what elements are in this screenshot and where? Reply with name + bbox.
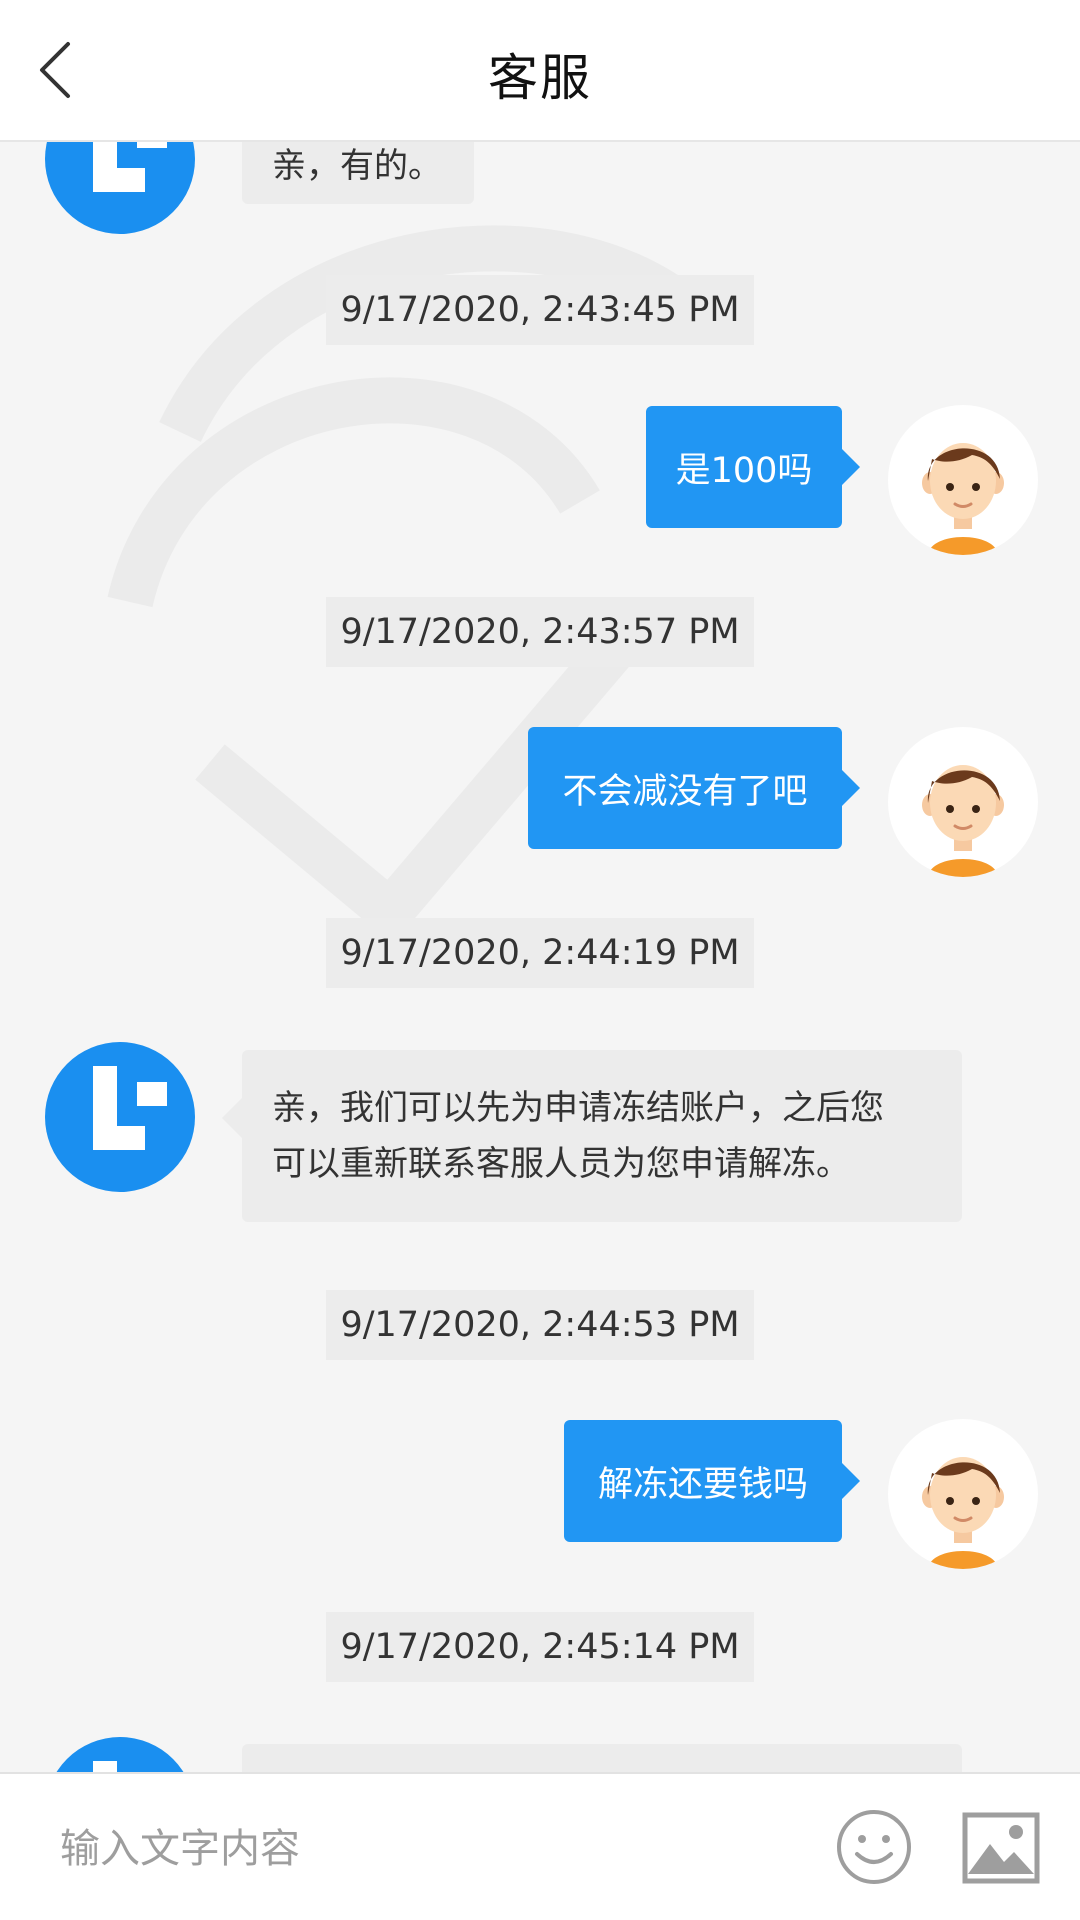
smiley-icon: [837, 1810, 911, 1884]
outgoing-message[interactable]: 是100吗: [646, 406, 860, 528]
incoming-message[interactable]: 亲，有的。: [242, 142, 474, 204]
image-icon: [962, 1812, 1040, 1884]
watermark-logo: [107, 225, 717, 945]
agent-avatar[interactable]: [45, 1042, 195, 1192]
message-timestamp: 9/17/2020, 2:44:19 PM: [326, 918, 754, 988]
boy-avatar-icon: [922, 443, 1004, 555]
agent-avatar[interactable]: [45, 142, 195, 234]
message-text-line: 亲，我们可以先为申请冻结账户，之后您: [272, 1088, 884, 1128]
emoji-button[interactable]: [835, 1808, 913, 1886]
boy-avatar-icon: [922, 765, 1004, 877]
chat-screen: 客服 亲，有的。 9/17/2020, 2:43:45 PM 是100吗 9/1…: [0, 0, 1080, 1920]
message-text: 不会减没有了吧: [562, 771, 808, 812]
message-text: 亲，有的。: [272, 146, 442, 186]
message-timestamp: 9/17/2020, 2:43:45 PM: [326, 275, 754, 345]
message-input[interactable]: [60, 1804, 760, 1894]
message-timestamp: 9/17/2020, 2:44:53 PM: [326, 1290, 754, 1360]
message-text-line: 可以重新联系客服人员为您申请解冻。: [272, 1144, 850, 1184]
incoming-message[interactable]: 亲，我们可以先为申请冻结账户，之后您 可以重新联系客服人员为您申请解冻。: [222, 1050, 962, 1222]
outgoing-message[interactable]: 不会减没有了吧: [528, 727, 860, 849]
outgoing-message[interactable]: 解冻还要钱吗: [564, 1420, 860, 1542]
message-text: 是100吗: [675, 450, 813, 491]
user-avatar[interactable]: [888, 1419, 1038, 1569]
image-button[interactable]: [962, 1812, 1040, 1884]
user-avatar[interactable]: [888, 727, 1038, 877]
agent-avatar[interactable]: [45, 1737, 195, 1772]
message-list[interactable]: 亲，有的。 9/17/2020, 2:43:45 PM 是100吗 9/17/2…: [0, 142, 1080, 1772]
message-timestamp: 9/17/2020, 2:43:57 PM: [326, 597, 754, 667]
message-text: 解冻还要钱吗: [597, 1464, 808, 1505]
boy-avatar-icon: [922, 1457, 1004, 1569]
input-bar: [0, 1772, 1080, 1920]
incoming-message[interactable]: [242, 1744, 962, 1772]
top-bar: 客服: [0, 0, 1080, 142]
page-title: 客服: [488, 49, 592, 107]
message-timestamp: 9/17/2020, 2:45:14 PM: [326, 1612, 754, 1682]
user-avatar[interactable]: [888, 405, 1038, 555]
